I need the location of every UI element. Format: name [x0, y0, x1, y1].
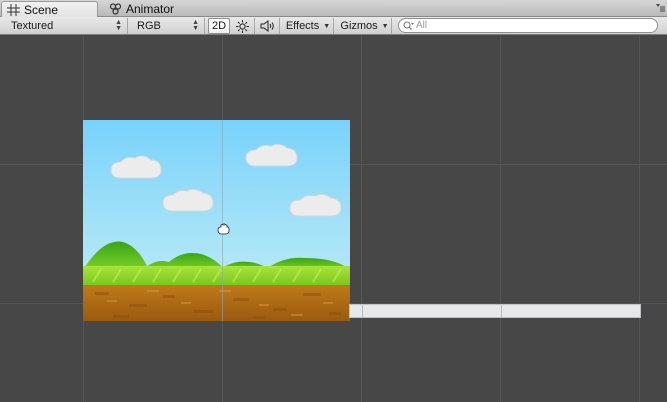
- 2d-mode-toggle[interactable]: 2D: [208, 18, 230, 34]
- speaker-icon: [260, 20, 274, 32]
- grid-line: [362, 305, 363, 317]
- scene-audio-toggle[interactable]: [256, 18, 280, 34]
- effects-dropdown[interactable]: Effects ▼: [283, 18, 334, 34]
- search-icon: [403, 20, 414, 30]
- background-sprite[interactable]: [83, 120, 350, 321]
- search-placeholder: All: [416, 20, 428, 31]
- scene-lighting-toggle[interactable]: [231, 18, 255, 34]
- cloud-sprites: [110, 143, 342, 217]
- ground-sprite[interactable]: [349, 304, 641, 318]
- scene-search-field[interactable]: All: [398, 18, 658, 33]
- tab-animator[interactable]: Animator: [104, 1, 196, 17]
- background-artwork: [83, 120, 350, 321]
- grid-line: [501, 305, 502, 317]
- hill: [83, 241, 149, 270]
- gizmos-label: Gizmos: [340, 20, 378, 32]
- panel-menu-icon[interactable]: [655, 3, 665, 13]
- scene-toolbar: Textured ▲▼ RGB ▲▼ 2D Effects ▼ Gizmos: [0, 17, 667, 35]
- tab-scene-label: Scene: [24, 2, 59, 17]
- grid-line: [361, 36, 362, 402]
- scene-viewport[interactable]: [0, 36, 667, 402]
- hand-cursor-icon: [217, 223, 230, 235]
- grid-line: [500, 36, 501, 402]
- window-tab-bar: Scene Animator: [0, 0, 667, 17]
- 2d-mode-label: 2D: [211, 20, 227, 32]
- animator-icon: [109, 3, 122, 15]
- grid-icon: [7, 3, 20, 16]
- color-mode-dropdown[interactable]: RGB ▲ ▼: [130, 18, 205, 34]
- render-mode-dropdown[interactable]: Textured ▲ ▼: [4, 18, 128, 34]
- caret-down-icon: ▼: [323, 22, 331, 30]
- tab-animator-label: Animator: [126, 2, 175, 16]
- gizmos-dropdown[interactable]: Gizmos ▼: [338, 18, 392, 34]
- sun-icon: [236, 19, 249, 33]
- grid-line: [639, 36, 640, 402]
- render-mode-value: Textured: [11, 20, 54, 32]
- color-mode-value: RGB: [137, 20, 161, 32]
- updown-arrows-icon: ▲ ▼: [115, 19, 122, 32]
- tab-scene[interactable]: Scene: [1, 1, 98, 17]
- updown-arrows-icon: ▲ ▼: [192, 19, 199, 32]
- caret-down-icon: ▼: [381, 22, 389, 30]
- effects-label: Effects: [285, 20, 320, 32]
